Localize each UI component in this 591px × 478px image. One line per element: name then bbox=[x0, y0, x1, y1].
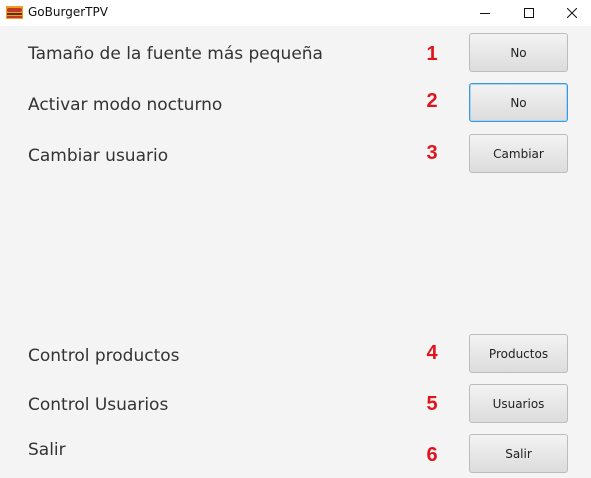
products-button[interactable]: Productos bbox=[469, 334, 568, 373]
change-user-button[interactable]: Cambiar bbox=[469, 134, 568, 173]
users-label: Control Usuarios bbox=[28, 395, 169, 415]
window-title: GoBurgerTPV bbox=[28, 5, 108, 19]
maximize-icon bbox=[524, 8, 534, 18]
minimize-button[interactable] bbox=[462, 0, 508, 26]
exit-button[interactable]: Salir bbox=[469, 434, 568, 473]
exit-label: Salir bbox=[28, 440, 66, 460]
font-size-toggle-button[interactable]: No bbox=[469, 33, 568, 72]
change-user-label: Cambiar usuario bbox=[28, 146, 169, 166]
close-button[interactable] bbox=[549, 0, 591, 26]
row-number-3: 3 bbox=[426, 142, 438, 164]
night-mode-label: Activar modo nocturno bbox=[28, 95, 223, 115]
products-label: Control productos bbox=[28, 346, 180, 366]
burger-logo-icon bbox=[6, 6, 23, 19]
row-number-4: 4 bbox=[426, 342, 438, 364]
font-size-label: Tamaño de la fuente más pequeña bbox=[28, 44, 323, 64]
row-number-2: 2 bbox=[426, 90, 438, 112]
users-button[interactable]: Usuarios bbox=[469, 384, 568, 423]
row-number-6: 6 bbox=[426, 444, 438, 466]
title-bar[interactable]: GoBurgerTPV bbox=[0, 0, 591, 26]
close-icon bbox=[567, 8, 577, 18]
row-number-1: 1 bbox=[426, 43, 438, 65]
night-mode-toggle-button[interactable]: No bbox=[469, 83, 568, 122]
maximize-button[interactable] bbox=[506, 0, 552, 26]
minimize-icon bbox=[480, 8, 490, 18]
row-number-5: 5 bbox=[426, 393, 438, 415]
